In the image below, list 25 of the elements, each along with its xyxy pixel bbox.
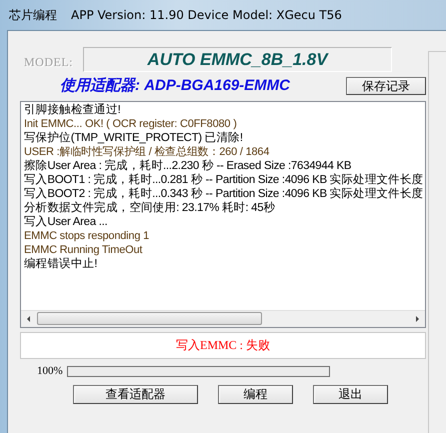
log-line: USER :解临时性写保护组 / 检查总组数：260 / 1864 bbox=[24, 145, 270, 159]
log-line: 写入BOOT1 : 完成，耗时...0.281 秒 -- Partition Size :4096 KB 实际处理文件长度 bbox=[24, 173, 422, 187]
progress-reading: 100% bbox=[37, 365, 63, 377]
model-value: AUTO EMMC_8B_1.8V bbox=[83, 47, 392, 72]
window-subtitle: APP Version: 11.90 Device Model: XGecu T56 bbox=[71, 8, 342, 22]
save-log-button[interactable]: 保存记录 bbox=[346, 76, 426, 94]
scrollbar-thumb[interactable] bbox=[37, 312, 262, 325]
log-line: EMMC Running TimeOut bbox=[24, 243, 144, 257]
model-label: MODEL: bbox=[23, 55, 73, 70]
log-line: 分析数据文件完成，空间使用: 23.17% 耗时: 45秒 bbox=[24, 201, 276, 215]
log-line: EMMC stops responding 1 bbox=[24, 229, 150, 243]
log-line: 编程错误中止! bbox=[24, 257, 98, 271]
adapter-text: 使用适配器: ADP-BGA169-EMMC bbox=[60, 76, 290, 95]
log-line: 写入User Area ... bbox=[24, 215, 108, 229]
view-adapter-button[interactable]: 查看适配器 bbox=[73, 385, 198, 404]
program-button[interactable]: 编程 bbox=[218, 385, 293, 404]
log-line: 擦除User Area : 完成，耗时...2.230 秒 -- Erased Size :7634944 KB bbox=[24, 159, 352, 173]
log-line: 写入BOOT2 : 完成，耗时...0.343 秒 -- Partition Size :4096 KB 实际处理文件长度 bbox=[24, 187, 422, 201]
log-line: 引脚接触检查通过! bbox=[24, 103, 122, 117]
window-title: 芯片编程 bbox=[9, 6, 57, 24]
log-line: Init EMMC... OK! ( OCR register: C0FF8080 ) bbox=[24, 117, 238, 131]
log-line: 写保护位(TMP_WRITE_PROTECT) 已清除! bbox=[24, 131, 244, 145]
exit-button[interactable]: 退出 bbox=[313, 385, 388, 404]
status-message: 写入EMMC : 失败 bbox=[20, 332, 426, 359]
horizontal-scrollbar[interactable] bbox=[21, 310, 425, 327]
